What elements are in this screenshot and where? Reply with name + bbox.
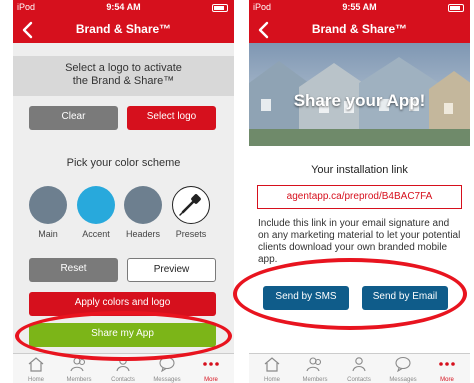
installation-link-field[interactable]: agentapp.ca/preprod/B4BAC7FA [257, 185, 462, 209]
tab-contacts[interactable]: Contacts [103, 354, 143, 383]
apply-colors-button[interactable]: Apply colors and logo [29, 292, 216, 316]
tab-label-more: More [204, 377, 218, 383]
tab-home[interactable]: Home [16, 354, 56, 383]
tab-label-more: More [440, 377, 454, 383]
contacts-icon [116, 357, 130, 372]
nav-bar: Brand & Share™ [13, 16, 234, 43]
page-title: Brand & Share™ [75, 22, 172, 36]
send-by-sms-button[interactable]: Send by SMS [263, 286, 349, 310]
logo-instructions-banner: Select a logo to activate the Brand & Sh… [13, 56, 234, 96]
bottom-tab-bar: Home Members Contacts Messages More [249, 353, 470, 383]
tab-label-home: Home [263, 377, 280, 383]
tab-more[interactable]: More [191, 354, 231, 383]
tab-more[interactable]: More [427, 354, 467, 383]
members-icon [70, 357, 86, 372]
messages-icon [395, 356, 411, 372]
status-bar: iPod 9:55 AM [249, 0, 470, 16]
nav-bar: Brand & Share™ [249, 16, 470, 43]
banner-line-1: Select a logo to activate [65, 62, 182, 74]
clear-button[interactable]: Clear [29, 106, 118, 130]
swatch-label-main: Main [38, 229, 58, 239]
swatch-label-accent: Accent [82, 229, 110, 239]
status-time: 9:54 AM [106, 2, 141, 12]
reset-button[interactable]: Reset [29, 258, 118, 282]
swatch-label-presets: Presets [175, 229, 207, 239]
tab-home[interactable]: Home [252, 354, 292, 383]
send-by-email-button[interactable]: Send by Email [362, 286, 448, 310]
tab-members[interactable]: Members [59, 354, 99, 383]
banner-line-2: the Brand & Share™ [72, 75, 175, 87]
bottom-tab-bar: Home Members Contacts Messages More [13, 353, 234, 383]
battery-icon [448, 4, 464, 12]
tab-label-home: Home [27, 377, 44, 383]
preview-button[interactable]: Preview [127, 258, 216, 282]
members-icon [306, 357, 322, 372]
more-icon [439, 362, 455, 366]
battery-icon [212, 4, 228, 12]
contacts-icon [352, 357, 366, 372]
tab-label-contacts: Contacts [347, 377, 371, 383]
share-description: Include this link in your email signatur… [258, 218, 461, 265]
status-bar: iPod 9:54 AM [13, 0, 234, 16]
home-icon [264, 357, 280, 372]
main-color-swatch[interactable] [29, 186, 67, 224]
tab-messages[interactable]: Messages [147, 354, 187, 383]
screenshot-stage: iPod 9:54 AM Brand & Share™ Select a log… [0, 0, 474, 383]
brand-share-screen: iPod 9:54 AM Brand & Share™ Select a log… [13, 0, 234, 383]
installation-link-label: Your installation link [311, 164, 408, 176]
more-icon [203, 362, 219, 366]
share-my-app-button[interactable]: Share my App [29, 323, 216, 347]
status-time: 9:55 AM [342, 2, 377, 12]
swatch-label-headers: Headers [125, 229, 161, 239]
home-icon [28, 357, 44, 372]
tab-members[interactable]: Members [295, 354, 335, 383]
tab-contacts[interactable]: Contacts [339, 354, 379, 383]
color-scheme-heading: Pick your color scheme [66, 157, 181, 169]
hero-title: Share your App! [293, 91, 426, 110]
tab-label-messages: Messages [389, 377, 417, 383]
tab-label-contacts: Contacts [111, 377, 135, 383]
tab-label-messages: Messages [153, 377, 181, 383]
tab-label-members: Members [66, 377, 92, 383]
accent-color-swatch[interactable] [77, 186, 115, 224]
page-title: Brand & Share™ [311, 22, 408, 36]
tab-messages[interactable]: Messages [383, 354, 423, 383]
tab-label-members: Members [302, 377, 328, 383]
eyedropper-icon[interactable] [172, 186, 210, 224]
share-app-screen: iPod 9:55 AM Brand & Share™ Share your A… [249, 0, 470, 383]
messages-icon [159, 356, 175, 372]
hero-houses-image: Share your App! [249, 43, 470, 146]
headers-color-swatch[interactable] [124, 186, 162, 224]
select-logo-button[interactable]: Select logo [127, 106, 216, 130]
